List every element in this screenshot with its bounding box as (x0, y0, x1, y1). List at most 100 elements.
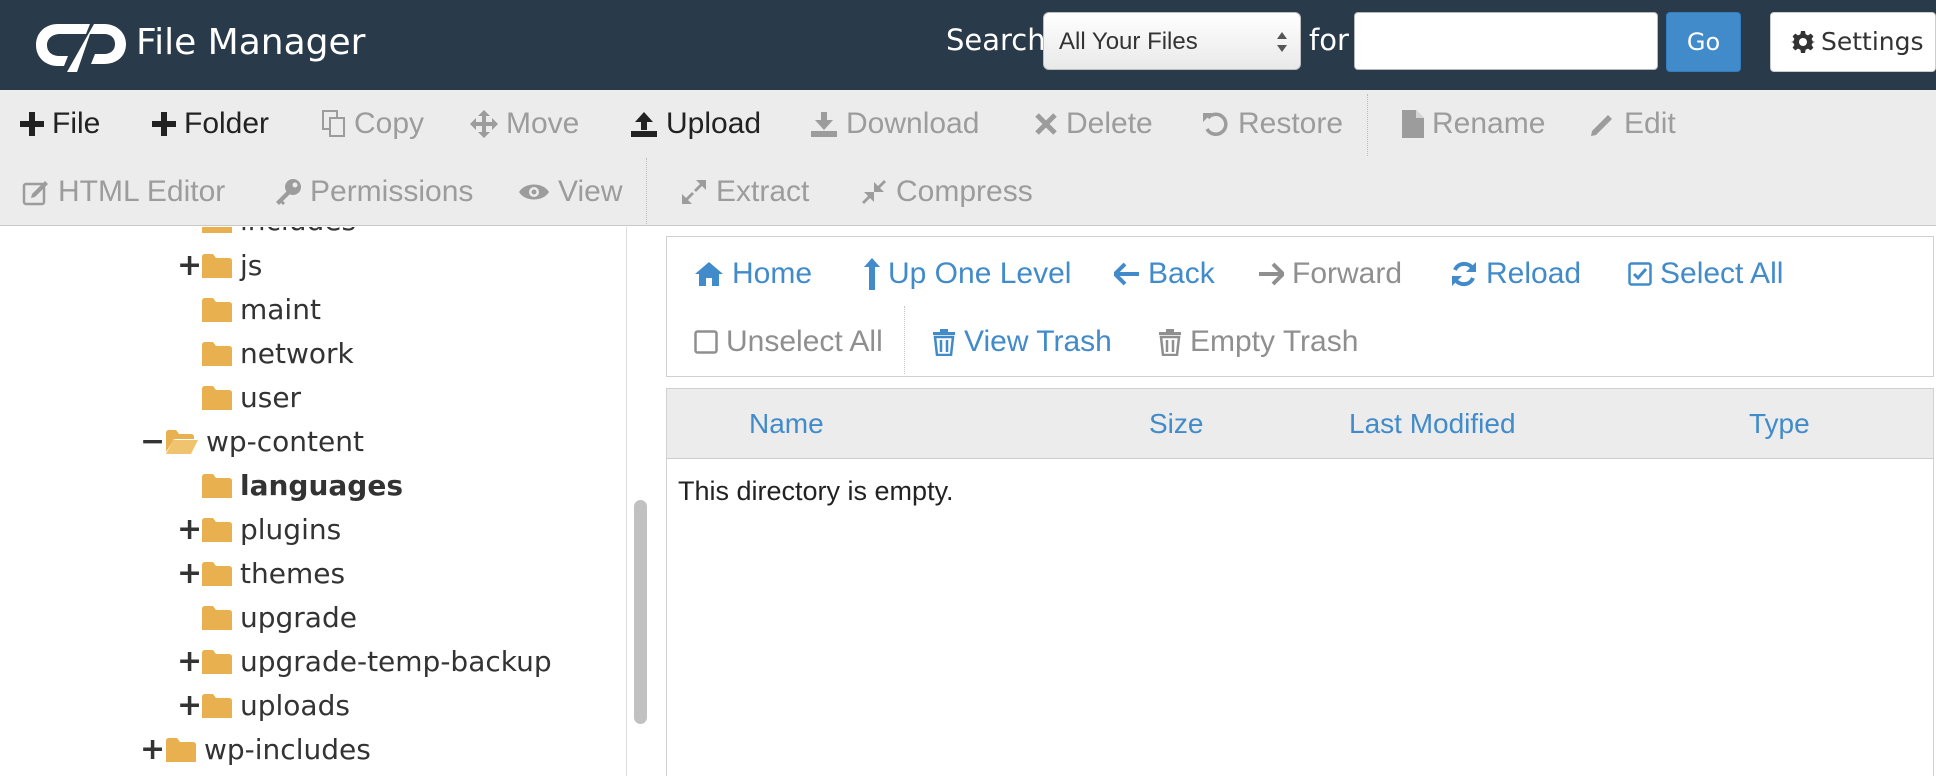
column-header-name[interactable]: Name (749, 408, 824, 440)
download-button[interactable]: Download (810, 102, 979, 146)
action-toolbar: File Folder Copy Move Upload Download De… (0, 90, 1936, 226)
column-header-size[interactable]: Size (1149, 408, 1203, 440)
html-editor-button[interactable]: HTML Editor (22, 170, 225, 214)
search-scope-select[interactable]: All Your Files (1043, 12, 1301, 70)
expand-toggle[interactable]: + (177, 510, 202, 550)
tree-node-label-selected: languages (240, 469, 403, 502)
tree-scrollbar[interactable] (634, 500, 647, 724)
delete-label: Delete (1066, 107, 1153, 140)
folder-icon (202, 562, 232, 586)
tree-node-user[interactable]: user (202, 378, 301, 418)
settings-button[interactable]: Settings (1770, 12, 1936, 72)
folder-icon (202, 254, 232, 278)
extract-button[interactable]: Extract (680, 170, 809, 214)
column-header-last-modified[interactable]: Last Modified (1349, 408, 1516, 440)
home-icon (695, 262, 723, 286)
folder-icon (202, 386, 232, 410)
delete-button[interactable]: Delete (1034, 102, 1153, 146)
trash-icon (933, 329, 955, 356)
refresh-icon (1452, 261, 1476, 287)
new-folder-button[interactable]: Folder (152, 102, 269, 146)
tree-node-label: includes (240, 227, 356, 241)
tree-node-includes[interactable]: includes (202, 227, 356, 241)
new-file-label: File (52, 107, 101, 140)
tree-node-wp-content[interactable]: wp-content (166, 422, 364, 462)
search-input[interactable] (1354, 12, 1658, 70)
checkbox-checked-icon (1628, 262, 1652, 286)
tree-node-languages[interactable]: languages (202, 466, 403, 506)
plus-icon (152, 112, 176, 136)
new-file-button[interactable]: File (20, 102, 100, 146)
delete-icon (1035, 113, 1057, 135)
move-button[interactable]: Move (470, 102, 579, 146)
copy-button[interactable]: Copy (322, 102, 424, 146)
tree-node-uploads[interactable]: uploads (202, 686, 350, 726)
tree-node-label: uploads (240, 689, 350, 722)
tree-node-label: network (240, 337, 354, 370)
column-header-type[interactable]: Type (1749, 408, 1810, 440)
checkbox-empty-icon (694, 330, 718, 354)
folder-icon (202, 474, 232, 498)
tree-node-label: wp-includes (204, 733, 371, 766)
top-header: File Manager Search All Your Files for G… (0, 0, 1936, 90)
up-one-level-label: Up One Level (888, 257, 1072, 290)
empty-trash-button[interactable]: Empty Trash (1158, 322, 1358, 362)
tree-node-js[interactable]: js (202, 246, 262, 286)
tree-node-network[interactable]: network (202, 334, 354, 374)
home-button[interactable]: Home (694, 254, 812, 294)
new-folder-label: Folder (184, 107, 270, 140)
trash-icon (1159, 329, 1181, 356)
select-all-label: Select All (1660, 257, 1784, 290)
download-icon (811, 112, 837, 137)
restore-button[interactable]: Restore (1202, 102, 1343, 146)
tree-node-themes[interactable]: themes (202, 554, 345, 594)
compress-label: Compress (896, 175, 1033, 208)
pencil-icon (1591, 115, 1612, 136)
collapse-toggle[interactable]: − (140, 422, 165, 462)
upload-button[interactable]: Upload (630, 102, 761, 146)
view-button[interactable]: View (518, 170, 622, 214)
folder-icon (202, 298, 232, 322)
go-button[interactable]: Go (1666, 12, 1741, 72)
select-arrows-icon (1277, 32, 1287, 52)
cpanel-logo-icon (36, 24, 126, 72)
edit-button[interactable]: Edit (1590, 102, 1676, 146)
tree-node-plugins[interactable]: plugins (202, 510, 341, 550)
expand-toggle[interactable]: + (177, 554, 202, 594)
key-icon (276, 179, 301, 205)
copy-icon (322, 110, 345, 137)
tree-node-wp-includes[interactable]: wp-includes (166, 730, 371, 770)
expand-toggle[interactable]: + (177, 686, 202, 726)
app-title: File Manager (136, 22, 366, 63)
up-one-level-button[interactable]: Up One Level (864, 254, 1071, 294)
tree-node-upgrade-temp-backup[interactable]: upgrade-temp-backup (202, 642, 552, 682)
tree-node-label: maint (240, 293, 321, 326)
view-label: View (558, 175, 623, 208)
empty-trash-label: Empty Trash (1190, 325, 1359, 358)
permissions-button[interactable]: Permissions (274, 170, 473, 214)
copy-label: Copy (354, 107, 425, 140)
select-all-button[interactable]: Select All (1628, 254, 1783, 294)
unselect-all-button[interactable]: Unselect All (694, 322, 883, 362)
forward-button[interactable]: Forward (1258, 254, 1402, 294)
expand-toggle[interactable]: + (140, 730, 165, 770)
html-editor-label: HTML Editor (58, 175, 226, 208)
folder-icon (202, 227, 232, 233)
file-manager-window: File Manager Search All Your Files for G… (0, 0, 1936, 776)
view-trash-button[interactable]: View Trash (932, 322, 1112, 362)
back-button[interactable]: Back (1114, 254, 1215, 294)
panel-divider[interactable] (626, 227, 627, 776)
up-arrow-icon (864, 258, 880, 290)
tree-node-label: upgrade-temp-backup (240, 645, 552, 678)
expand-toggle[interactable]: + (177, 246, 202, 286)
folder-icon (202, 650, 232, 674)
edit-label: Edit (1624, 107, 1676, 140)
expand-toggle[interactable]: + (177, 642, 202, 682)
compress-button[interactable]: Compress (860, 170, 1033, 214)
rename-button[interactable]: Rename (1402, 102, 1545, 146)
tree-node-maint[interactable]: maint (202, 290, 321, 330)
extract-label: Extract (716, 175, 810, 208)
reload-button[interactable]: Reload (1450, 254, 1581, 294)
download-label: Download (846, 107, 980, 140)
tree-node-upgrade[interactable]: upgrade (202, 598, 357, 638)
